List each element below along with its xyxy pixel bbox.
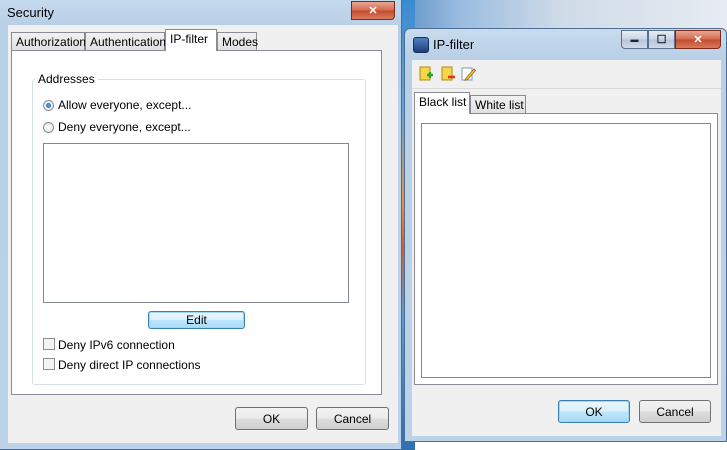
deny-direct-ip-checkbox[interactable] (43, 358, 55, 370)
tab-white-list[interactable]: White list (470, 95, 526, 114)
edit-button-label: Edit (186, 313, 207, 327)
toolbar (412, 60, 721, 89)
tab-authorization[interactable]: Authorization (11, 32, 87, 51)
security-client-area: Authorization Authentication IP-filter M… (8, 25, 398, 443)
deny-everyone-label[interactable]: Deny everyone, except... (58, 120, 191, 134)
black-list-tab-panel (414, 113, 718, 385)
ipfilter-close-button[interactable]: ✕ (675, 30, 721, 49)
security-cancel-button[interactable]: Cancel (316, 407, 389, 430)
minimize-icon: ▬ (630, 35, 639, 44)
add-icon[interactable] (418, 66, 434, 82)
ipfilter-ok-button[interactable]: OK (558, 400, 630, 423)
security-titlebar[interactable]: Security ✕ (0, 0, 401, 21)
security-close-button[interactable]: ✕ (351, 1, 395, 20)
deny-everyone-radio[interactable] (43, 122, 54, 133)
security-ok-button[interactable]: OK (235, 407, 308, 430)
allow-everyone-label[interactable]: Allow everyone, except... (58, 98, 191, 112)
cancel-button-label: Cancel (333, 411, 372, 426)
ipfilter-window-title: IP-filter (433, 37, 475, 52)
tab-label: White list (475, 98, 524, 112)
addresses-group-label: Addresses (35, 72, 98, 86)
ipfilter-cancel-button[interactable]: Cancel (639, 400, 711, 423)
tab-modes[interactable]: Modes (217, 32, 259, 51)
ok-button-label: OK (262, 411, 281, 426)
maximize-icon: ☐ (656, 34, 667, 46)
app-icon (413, 37, 429, 53)
cancel-button-label: Cancel (656, 404, 694, 419)
ipfilter-window: IP-filter ▬ ☐ ✕ Black list White list OK… (404, 28, 727, 442)
edit-button[interactable]: Edit (148, 311, 245, 329)
deny-ipv6-label[interactable]: Deny IPv6 connection (58, 338, 175, 352)
address-list[interactable] (43, 143, 349, 303)
tab-ip-filter[interactable]: IP-filter (165, 29, 217, 51)
ipfilter-client-area: Black list White list OK Cancel (412, 60, 721, 436)
tab-label: Authorization (16, 35, 87, 49)
close-icon: ✕ (368, 5, 378, 17)
ok-button-label: OK (585, 404, 603, 419)
edit-icon[interactable] (460, 66, 476, 82)
tab-authentication[interactable]: Authentication (85, 32, 167, 51)
ipfilter-titlebar[interactable]: IP-filter ▬ ☐ ✕ (405, 29, 726, 55)
ip-filter-tab-panel: Addresses Allow everyone, except... Deny… (11, 50, 382, 395)
remove-icon[interactable] (440, 66, 456, 82)
maximize-button[interactable]: ☐ (648, 30, 675, 49)
security-window: Security ✕ Authorization Authentication … (0, 0, 402, 450)
tab-label: Modes (222, 35, 259, 49)
close-icon: ✕ (693, 34, 703, 46)
tab-label: Authentication (90, 35, 167, 49)
security-window-title: Security (7, 5, 54, 20)
allow-everyone-radio[interactable] (43, 100, 54, 111)
desktop-wallpaper-top (395, 0, 727, 30)
tab-label: IP-filter (170, 32, 209, 46)
black-list-box[interactable] (421, 123, 711, 378)
deny-ipv6-checkbox[interactable] (43, 338, 55, 350)
addresses-groupbox: Addresses Allow everyone, except... Deny… (32, 72, 366, 385)
tab-label: Black list (419, 95, 467, 109)
deny-direct-ip-label[interactable]: Deny direct IP connections (58, 358, 201, 372)
tab-black-list[interactable]: Black list (414, 92, 470, 114)
minimize-button[interactable]: ▬ (621, 30, 648, 49)
